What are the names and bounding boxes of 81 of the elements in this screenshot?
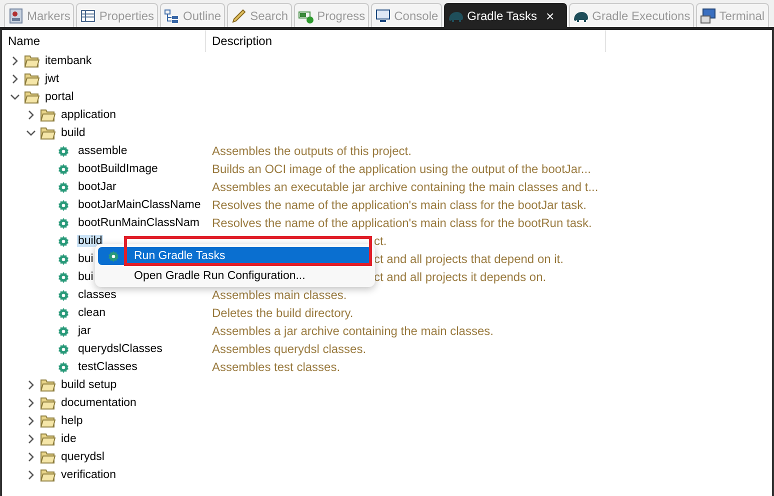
view-tab[interactable]: Gradle Tasks ×: [444, 3, 568, 27]
tree-item[interactable]: querydsl: [60, 451, 106, 463]
task-item[interactable]: assemble: [77, 145, 128, 157]
folder-icon: [40, 396, 56, 410]
folder-icon: [24, 54, 40, 68]
task-description: Builds an OCI image of the application using the output of the bootJar...: [211, 162, 591, 176]
task-description: Resolves the name of the application's main class for the bootRun task.: [211, 216, 592, 230]
expand-chevron-icon[interactable]: [26, 110, 36, 120]
task-item[interactable]: querydslClasses: [77, 343, 164, 355]
column-header[interactable]: Name: [2, 30, 206, 52]
monitor-icon: [375, 8, 392, 24]
task-item[interactable]: testClasses: [77, 361, 138, 373]
tree-item[interactable]: jwt: [44, 73, 60, 85]
task-description: Assembles a jar archive containing the main classes.: [211, 324, 494, 338]
task-description: Resolves the name of the application's main class for the bootJar task.: [211, 198, 586, 212]
task-description: Assembles main classes.: [211, 288, 347, 302]
expand-chevron-icon[interactable]: [26, 434, 36, 444]
task-item[interactable]: bui: [77, 271, 94, 283]
gear-icon: [58, 344, 69, 354]
task-item[interactable]: bui: [77, 253, 94, 265]
close-icon[interactable]: ×: [546, 8, 554, 22]
tree-item[interactable]: ide: [60, 433, 78, 445]
tree-item[interactable]: itembank: [44, 55, 93, 67]
outline-icon: [164, 8, 180, 24]
gear-icon: [58, 254, 69, 264]
gear-icon: [58, 326, 69, 336]
folder-icon: [40, 432, 56, 446]
task-description: Assembles test classes.: [211, 360, 340, 374]
gear-icon: [58, 146, 69, 156]
tree-item[interactable]: verification: [60, 469, 117, 481]
markers-icon: [8, 8, 24, 24]
tree-item[interactable]: help: [60, 415, 84, 427]
tree-item[interactable]: build: [60, 127, 86, 139]
table-icon: [80, 8, 96, 24]
task-description: Assembles the outputs of this project.: [211, 144, 412, 158]
gear-icon: [58, 182, 69, 192]
folder-icon: [40, 126, 56, 140]
task-item[interactable]: clean: [77, 307, 106, 319]
task-item[interactable]: bootJar: [77, 181, 118, 193]
expand-chevron-icon[interactable]: [26, 416, 36, 426]
folder-icon: [40, 468, 56, 482]
gear-icon: [58, 218, 69, 228]
tree-item[interactable]: portal: [44, 91, 75, 103]
gear-icon: [58, 272, 69, 282]
expand-chevron-icon[interactable]: [26, 398, 36, 408]
tree-item[interactable]: application: [60, 109, 117, 121]
folder-icon: [40, 108, 56, 122]
task-item[interactable]: build: [77, 235, 104, 247]
folder-icon: [40, 450, 56, 464]
gear-icon: [58, 308, 69, 318]
expand-chevron-icon[interactable]: [26, 470, 36, 480]
tree-item[interactable]: build setup: [60, 379, 118, 391]
menu-item[interactable]: Open Gradle Run Configuration...: [98, 267, 372, 285]
gear-icon: [58, 200, 69, 210]
task-description: Assembles querydsl classes.: [211, 342, 366, 356]
folder-icon: [24, 90, 40, 104]
task-description: Deletes the build directory.: [211, 306, 354, 320]
expand-chevron-icon[interactable]: [26, 380, 36, 390]
collapse-chevron-icon[interactable]: [10, 92, 20, 102]
task-item[interactable]: bootRunMainClassNam: [77, 217, 200, 229]
task-item[interactable]: bootJarMainClassName: [77, 199, 202, 211]
task-item[interactable]: bootBuildImage: [77, 163, 159, 175]
task-item[interactable]: classes: [77, 289, 118, 301]
expand-chevron-icon[interactable]: [26, 452, 36, 462]
terminal-icon: [700, 8, 716, 24]
task-description: Assembles an executable jar archive containing the main classes and t...: [211, 180, 598, 194]
expand-chevron-icon[interactable]: [10, 74, 20, 84]
folder-icon: [40, 414, 56, 428]
pen-icon: [231, 8, 248, 24]
gear-icon: [58, 290, 69, 300]
folder-icon: [24, 72, 40, 86]
gear-icon: [58, 164, 69, 174]
folder-icon: [40, 378, 56, 392]
gear-icon: [58, 362, 69, 372]
task-item[interactable]: jar: [77, 325, 92, 337]
expand-chevron-icon[interactable]: [10, 56, 20, 66]
collapse-chevron-icon[interactable]: [26, 128, 36, 138]
task-description: ct.: [374, 234, 387, 248]
gear-icon: [58, 236, 69, 246]
column-header[interactable]: Description: [206, 30, 606, 52]
tree-item[interactable]: documentation: [60, 397, 138, 409]
